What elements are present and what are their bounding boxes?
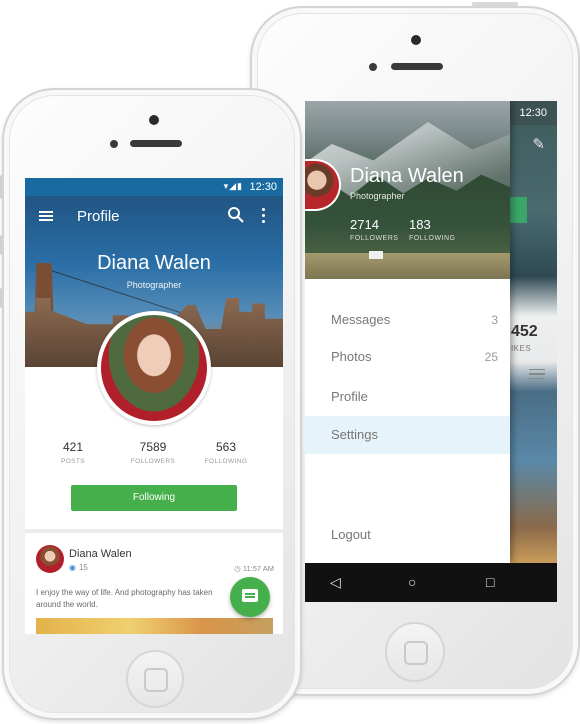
- drawer-item-count: 25: [484, 350, 498, 364]
- home-nav-icon[interactable]: ○: [408, 574, 416, 590]
- drawer-item-label: Profile: [331, 389, 368, 404]
- likes-count: 452: [511, 323, 538, 340]
- post-views: ◉ 15: [69, 563, 88, 572]
- stat-posts[interactable]: 421 POSTS: [38, 440, 108, 465]
- search-icon[interactable]: [227, 206, 245, 224]
- recents-nav-icon[interactable]: □: [486, 574, 494, 590]
- hamburger-menu-icon[interactable]: [39, 211, 53, 221]
- post-time: ◷ 11:57 AM: [234, 564, 274, 573]
- drawer-item-photos[interactable]: Photos 25: [305, 338, 510, 376]
- profile-avatar[interactable]: [97, 311, 211, 425]
- drawer-item-settings[interactable]: Settings: [305, 416, 510, 454]
- stat-label: FOLLOWERS: [130, 458, 176, 465]
- drawer-stat-followers[interactable]: 2714 FOLLOWERS: [350, 217, 398, 242]
- section-divider: [25, 529, 283, 533]
- drawer-item-logout[interactable]: Logout: [305, 516, 510, 554]
- drawer-item-label: Settings: [331, 427, 378, 442]
- meadow-image: [305, 253, 510, 279]
- hut-image: [369, 251, 383, 259]
- home-button[interactable]: [126, 650, 184, 708]
- profile-title: Photographer: [126, 280, 182, 290]
- drawer-user-title: Photographer: [350, 191, 405, 201]
- underlying-screen: 12:30 ✎ 452 IKES: [509, 101, 557, 602]
- likes-label: IKES: [511, 344, 532, 353]
- toolbar-title: Profile: [77, 208, 120, 225]
- list-icon: [529, 369, 545, 379]
- stat-following[interactable]: 563 FOLLOWING: [191, 440, 261, 465]
- stat-value: 421: [62, 440, 84, 454]
- chat-icon: [242, 589, 258, 602]
- underlying-green-button: [509, 197, 527, 223]
- stat-followers[interactable]: 7589 FOLLOWERS: [118, 440, 188, 465]
- post-image[interactable]: [36, 618, 273, 634]
- sensor-dot: [110, 140, 118, 148]
- power-button: [472, 2, 518, 7]
- post-author-avatar[interactable]: [36, 545, 64, 573]
- message-fab[interactable]: [230, 577, 270, 617]
- post-view-count: 15: [78, 563, 88, 572]
- drawer-stat-label: FOLLOWING: [409, 235, 456, 242]
- stat-label: FOLLOWING: [204, 458, 248, 465]
- front-screen: ▾◢▮ 12:30 Profile Diana Walen Photograph…: [25, 178, 283, 634]
- drawer-stat-following[interactable]: 183 FOLLOWING: [409, 217, 456, 242]
- drawer-item-label: Photos: [331, 349, 372, 364]
- more-vertical-icon[interactable]: [262, 208, 266, 224]
- drawer-item-label: Logout: [331, 527, 371, 542]
- status-time: 12:30: [249, 181, 277, 193]
- drawer-item-label: Messages: [331, 312, 391, 327]
- post-author-name[interactable]: Diana Walen: [69, 548, 132, 560]
- drawer-item-profile[interactable]: Profile: [305, 378, 510, 416]
- drawer-item-messages[interactable]: Messages 3: [305, 301, 510, 339]
- back-nav-icon[interactable]: ◁: [330, 574, 341, 591]
- earpiece-speaker: [130, 140, 182, 147]
- post-time-value: 11:57 AM: [242, 564, 274, 573]
- status-time: 12:30: [519, 107, 547, 119]
- navigation-drawer: Diana Walen Photographer 2714 FOLLOWERS …: [305, 101, 510, 563]
- stat-value: 563: [215, 440, 237, 454]
- drawer-stat-label: FOLLOWERS: [350, 235, 399, 242]
- post-text: I enjoy the way of life. And photography…: [36, 588, 213, 609]
- drawer-user-name: Diana Walen: [350, 165, 464, 187]
- front-camera: [149, 115, 159, 125]
- mockup-stage: 12:30 ✎ 452 IKES Diana Walen Photographe…: [0, 0, 580, 724]
- following-button[interactable]: Following: [71, 485, 237, 511]
- home-button[interactable]: [385, 622, 445, 682]
- stat-label: POSTS: [60, 458, 86, 465]
- drawer-stat-value: 2714: [350, 217, 379, 232]
- stat-value: 7589: [139, 440, 167, 454]
- clock-icon: ◷: [234, 564, 243, 573]
- front-camera: [411, 35, 421, 45]
- eye-icon: ◉: [69, 563, 76, 572]
- signal-wifi-battery-icons: ▾◢▮: [223, 181, 243, 191]
- drawer-header: Diana Walen Photographer 2714 FOLLOWERS …: [305, 101, 510, 279]
- status-bar: ▾◢▮ 12:30: [25, 178, 283, 196]
- pencil-icon[interactable]: ✎: [532, 135, 545, 153]
- drawer-item-count: 3: [491, 313, 498, 327]
- android-nav-bar: ◁ ○ □: [305, 563, 557, 602]
- earpiece-speaker: [391, 63, 443, 70]
- drawer-stat-value: 183: [409, 217, 431, 232]
- back-screen: 12:30 ✎ 452 IKES Diana Walen Photographe…: [305, 101, 557, 602]
- profile-name: Diana Walen: [97, 252, 211, 274]
- sensor-dot: [369, 63, 377, 71]
